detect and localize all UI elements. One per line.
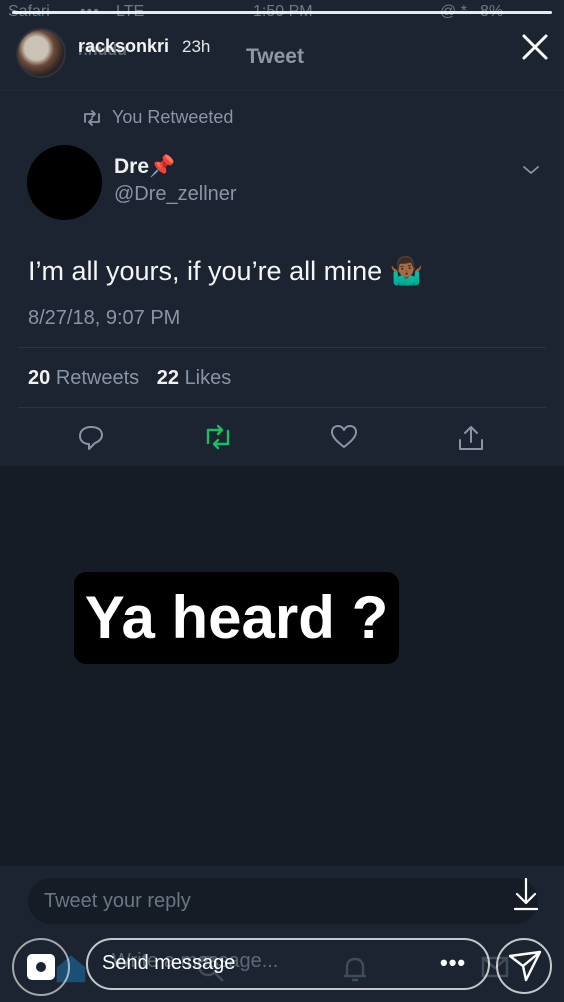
retweet-icon xyxy=(84,110,100,126)
reply-icon xyxy=(79,426,103,450)
shrug-emoji: 🤷🏾‍♂️ xyxy=(389,256,424,286)
story-header: Safari ••• LTE 1:50 PM @ * 8% r.hudu rac… xyxy=(0,0,564,90)
close-icon xyxy=(522,34,548,60)
tweet-reply-input[interactable]: Tweet your reply xyxy=(28,878,538,924)
likes-label[interactable]: Likes xyxy=(185,367,232,389)
pushpin-emoji: 📌 xyxy=(149,155,176,178)
close-button[interactable] xyxy=(520,32,550,62)
send-button[interactable] xyxy=(496,938,552,994)
story-footer: Tweet your reply Write a message... Send… xyxy=(0,866,564,1002)
avatar[interactable] xyxy=(16,28,66,78)
tweet-stats: 20 Retweets 22 Likes xyxy=(28,367,231,390)
reply-placeholder: Tweet your reply xyxy=(44,890,191,912)
tweet-date: 8/27/18, 9:07 PM xyxy=(28,307,181,329)
paper-plane-icon xyxy=(508,950,542,982)
tweet-text-body: I’m all yours, if you’re all mine xyxy=(28,256,383,286)
download-button[interactable] xyxy=(512,876,540,917)
tweet-author-name[interactable]: Dre📌 xyxy=(114,155,175,179)
retweet-note: You Retweeted xyxy=(82,107,233,128)
camera-lens-icon xyxy=(33,959,49,975)
heart-icon xyxy=(331,425,357,448)
send-message-label: Send message xyxy=(102,952,236,974)
story-text-overlay: Ya heard ? xyxy=(74,572,399,664)
tweet-card: You Retweeted Dre📌 @Dre_zellner I’m all … xyxy=(0,90,564,466)
tweet-author-avatar[interactable] xyxy=(27,145,102,220)
divider xyxy=(18,347,546,348)
story-time-ago: 23h xyxy=(182,37,211,56)
story-progress-fill xyxy=(12,11,552,14)
like-button[interactable] xyxy=(330,424,360,454)
retweet-button[interactable] xyxy=(203,424,233,454)
tweet-text: I’m all yours, if you’re all mine 🤷🏾‍♂️ xyxy=(28,255,423,287)
retweet-note-label: You Retweeted xyxy=(112,107,234,127)
page-title: Tweet xyxy=(246,45,304,68)
download-icon xyxy=(513,877,539,911)
story-progress-bar xyxy=(12,11,552,14)
story-username[interactable]: racksonkri xyxy=(78,36,169,57)
tweet-options-button[interactable] xyxy=(522,163,540,181)
retweets-label[interactable]: Retweets xyxy=(56,367,139,389)
likes-count[interactable]: 22 xyxy=(157,367,179,389)
more-options-button[interactable]: ••• xyxy=(440,950,466,976)
chevron-down-icon xyxy=(523,166,539,175)
tweet-author-handle[interactable]: @Dre_zellner xyxy=(114,183,237,206)
author-name-text: Dre xyxy=(114,155,150,178)
retweet-icon xyxy=(206,424,230,450)
divider xyxy=(18,407,546,408)
retweets-count[interactable]: 20 xyxy=(28,367,50,389)
share-icon xyxy=(459,426,483,450)
camera-button[interactable] xyxy=(12,938,70,996)
share-button[interactable] xyxy=(457,424,487,454)
reply-button[interactable] xyxy=(77,424,107,454)
